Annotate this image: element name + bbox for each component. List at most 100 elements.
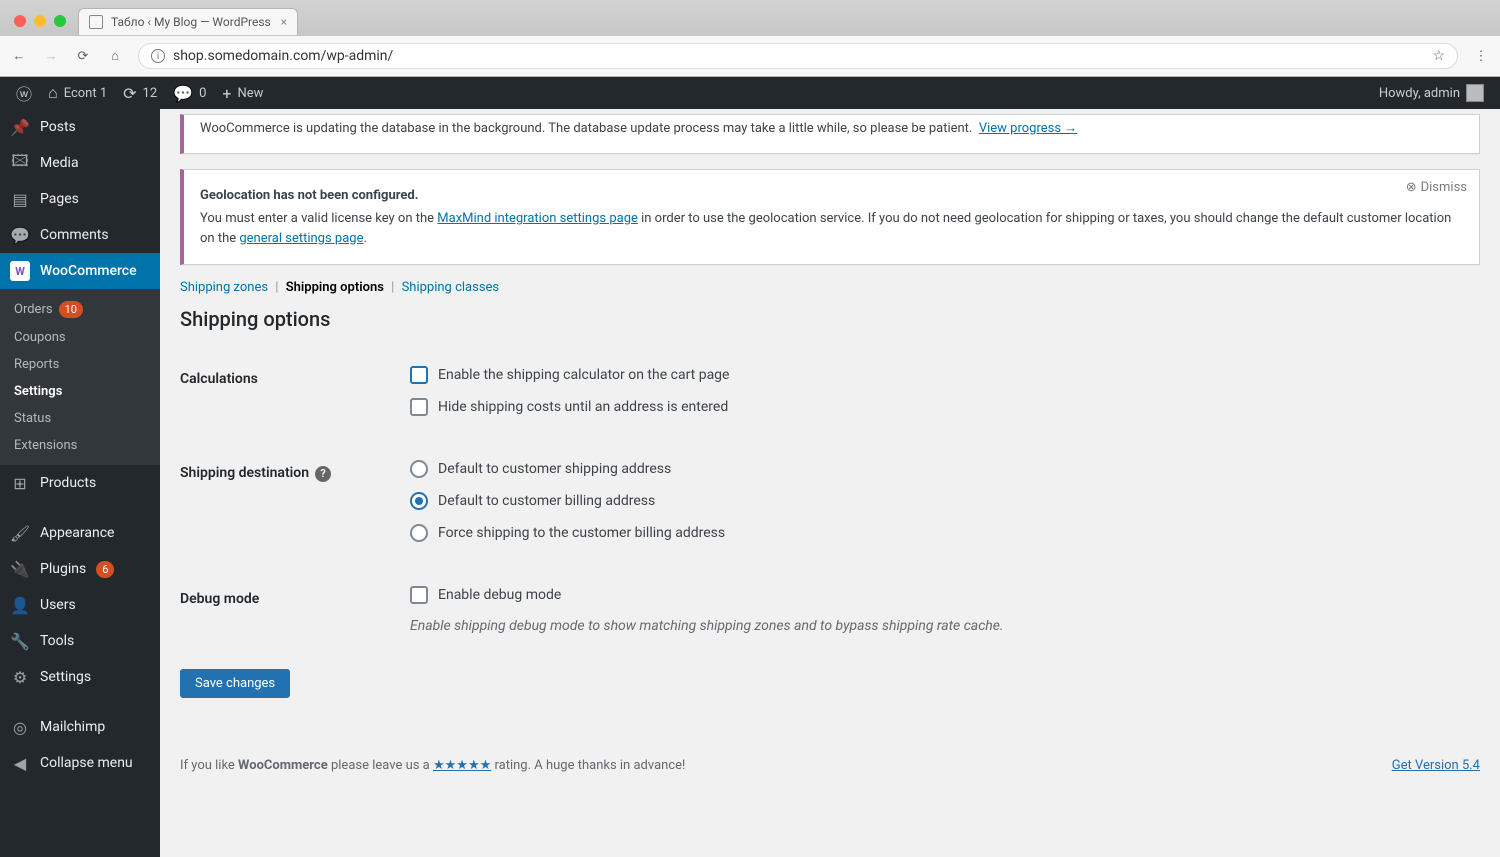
submenu-extensions[interactable]: Extensions bbox=[0, 432, 160, 459]
maximize-window-icon[interactable] bbox=[54, 15, 66, 27]
row-debug-enable[interactable]: Enable debug mode bbox=[410, 586, 1470, 604]
minimize-window-icon[interactable] bbox=[34, 15, 46, 27]
menu-icon[interactable]: ⋮ bbox=[1472, 47, 1490, 65]
main-content: WooCommerce is updating the database in … bbox=[160, 109, 1500, 857]
label-shipping-destination: Shipping destination? bbox=[180, 445, 400, 571]
comments-link[interactable]: 💬0 bbox=[165, 77, 214, 109]
window-controls bbox=[14, 15, 66, 27]
page-icon: ▤ bbox=[10, 189, 30, 209]
row-enable-calculator[interactable]: Enable the shipping calculator on the ca… bbox=[410, 366, 1470, 384]
updates-link[interactable]: ⟳12 bbox=[115, 77, 165, 109]
menu-plugins[interactable]: 🔌Plugins6 bbox=[0, 551, 160, 587]
help-tip-icon[interactable]: ? bbox=[315, 466, 331, 482]
notice-geolocation: ⊗Dismiss Geolocation has not been config… bbox=[180, 169, 1480, 266]
menu-woocommerce[interactable]: WWooCommerce bbox=[0, 253, 160, 289]
checkbox-hide-costs[interactable] bbox=[410, 398, 428, 416]
notice-body: You must enter a valid license key on th… bbox=[200, 209, 1463, 248]
page-title: Shipping options bbox=[180, 307, 1480, 331]
radio-dest-shipping[interactable] bbox=[410, 460, 428, 478]
tab-title: Табло ‹ My Blog — WordPress bbox=[111, 15, 271, 29]
forward-icon: → bbox=[42, 47, 60, 65]
dismiss-button[interactable]: ⊗Dismiss bbox=[1406, 180, 1467, 195]
back-icon[interactable]: ← bbox=[10, 47, 28, 65]
row-dest-shipping[interactable]: Default to customer shipping address bbox=[410, 460, 1470, 478]
close-window-icon[interactable] bbox=[14, 15, 26, 27]
menu-pages[interactable]: ▤Pages bbox=[0, 181, 160, 217]
tab-shipping-options[interactable]: Shipping options bbox=[286, 280, 384, 295]
checkbox-enable-calculator[interactable] bbox=[410, 366, 428, 384]
debug-description: Enable shipping debug mode to show match… bbox=[410, 618, 1470, 634]
menu-media[interactable]: 🖾Media bbox=[0, 145, 160, 181]
home-icon[interactable]: ⌂ bbox=[106, 47, 124, 65]
label-calculations: Calculations bbox=[180, 351, 400, 445]
menu-appearance[interactable]: 🖌Appearance bbox=[0, 515, 160, 551]
submenu-orders[interactable]: Orders10 bbox=[0, 295, 160, 324]
collapse-icon: ◀ bbox=[10, 753, 30, 773]
bookmark-star-icon[interactable]: ☆ bbox=[1432, 48, 1445, 64]
save-button[interactable]: Save changes bbox=[180, 669, 290, 698]
label-debug-mode: Debug mode bbox=[180, 571, 400, 649]
tab-shipping-classes[interactable]: Shipping classes bbox=[402, 280, 500, 295]
address-bar: ← → ⟳ ⌂ i shop.somedomain.com/wp-admin/ … bbox=[0, 36, 1500, 76]
radio-dest-force[interactable] bbox=[410, 524, 428, 542]
site-info-icon[interactable]: i bbox=[151, 49, 165, 63]
browser-chrome: Табло ‹ My Blog — WordPress × ← → ⟳ ⌂ i … bbox=[0, 0, 1500, 77]
browser-tab[interactable]: Табло ‹ My Blog — WordPress × bbox=[78, 8, 298, 35]
close-tab-icon[interactable]: × bbox=[281, 15, 287, 29]
mailchimp-icon: ◎ bbox=[10, 717, 30, 737]
submenu-reports[interactable]: Reports bbox=[0, 351, 160, 378]
submenu-settings[interactable]: Settings bbox=[0, 378, 160, 405]
maxmind-link[interactable]: MaxMind integration settings page bbox=[437, 211, 638, 226]
shipping-subtabs: Shipping zones | Shipping options | Ship… bbox=[180, 280, 1480, 295]
products-icon: ⊞ bbox=[10, 473, 30, 493]
general-settings-link[interactable]: general settings page bbox=[239, 231, 363, 246]
pin-icon: 📌 bbox=[10, 117, 30, 137]
howdy-link[interactable]: Howdy, admin bbox=[1371, 77, 1492, 109]
wrench-icon: 🔧 bbox=[10, 631, 30, 651]
submenu-status[interactable]: Status bbox=[0, 405, 160, 432]
radio-dest-billing[interactable] bbox=[410, 492, 428, 510]
user-icon: 👤 bbox=[10, 595, 30, 615]
wp-logo[interactable]: ⓦ bbox=[8, 77, 40, 109]
view-progress-link[interactable]: View progress → bbox=[979, 121, 1077, 136]
menu-collapse[interactable]: ◀Collapse menu bbox=[0, 745, 160, 781]
row-hide-costs[interactable]: Hide shipping costs until an address is … bbox=[410, 398, 1470, 416]
row-dest-force[interactable]: Force shipping to the customer billing a… bbox=[410, 524, 1470, 542]
tab-shipping-zones[interactable]: Shipping zones bbox=[180, 280, 268, 295]
dismiss-icon: ⊗ bbox=[1406, 180, 1417, 195]
woocommerce-icon: W bbox=[10, 261, 30, 281]
plugins-badge: 6 bbox=[96, 561, 114, 578]
menu-settings[interactable]: ⚙Settings bbox=[0, 659, 160, 695]
footer-rating-text: If you like WooCommerce please leave us … bbox=[180, 758, 685, 773]
get-version-link[interactable]: Get Version 5.4 bbox=[1392, 758, 1480, 773]
settings-form: Calculations Enable the shipping calcula… bbox=[180, 351, 1480, 649]
avatar bbox=[1466, 84, 1484, 102]
notice-title: Geolocation has not been configured. bbox=[200, 188, 418, 203]
notice-db-update: WooCommerce is updating the database in … bbox=[180, 114, 1480, 154]
menu-products[interactable]: ⊞Products bbox=[0, 465, 160, 501]
menu-tools[interactable]: 🔧Tools bbox=[0, 623, 160, 659]
rating-stars-link[interactable]: ★★★★★ bbox=[433, 758, 491, 773]
admin-sidebar: 📌Posts 🖾Media ▤Pages 💬Comments WWooComme… bbox=[0, 109, 160, 857]
menu-comments[interactable]: 💬Comments bbox=[0, 217, 160, 253]
page-icon bbox=[89, 15, 103, 29]
comment-icon: 💬 bbox=[10, 225, 30, 245]
site-name-link[interactable]: ⌂Econt 1 bbox=[40, 77, 115, 109]
woocommerce-submenu: Orders10 Coupons Reports Settings Status… bbox=[0, 289, 160, 465]
menu-users[interactable]: 👤Users bbox=[0, 587, 160, 623]
sliders-icon: ⚙ bbox=[10, 667, 30, 687]
new-content-link[interactable]: +New bbox=[214, 77, 271, 109]
menu-posts[interactable]: 📌Posts bbox=[0, 109, 160, 145]
menu-mailchimp[interactable]: ◎Mailchimp bbox=[0, 709, 160, 745]
footer: If you like WooCommerce please leave us … bbox=[180, 758, 1480, 773]
reload-icon[interactable]: ⟳ bbox=[74, 47, 92, 65]
url-text: shop.somedomain.com/wp-admin/ bbox=[173, 48, 393, 64]
checkbox-debug[interactable] bbox=[410, 586, 428, 604]
wp-adminbar: ⓦ ⌂Econt 1 ⟳12 💬0 +New Howdy, admin bbox=[0, 77, 1500, 109]
plugin-icon: 🔌 bbox=[10, 559, 30, 579]
url-input[interactable]: i shop.somedomain.com/wp-admin/ ☆ bbox=[138, 43, 1458, 69]
orders-badge: 10 bbox=[59, 301, 83, 318]
submenu-coupons[interactable]: Coupons bbox=[0, 324, 160, 351]
row-dest-billing[interactable]: Default to customer billing address bbox=[410, 492, 1470, 510]
media-icon: 🖾 bbox=[10, 153, 30, 173]
